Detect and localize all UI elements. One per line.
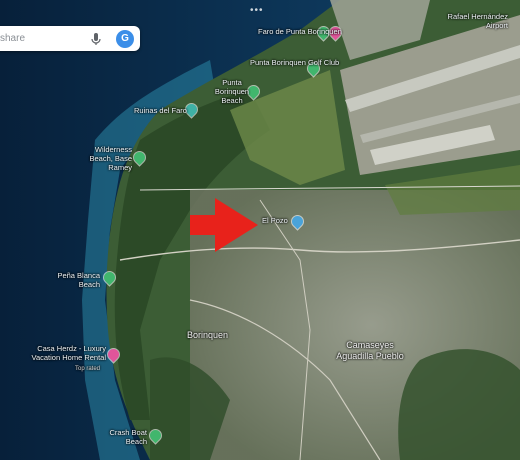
forest-patch bbox=[398, 349, 520, 460]
account-avatar[interactable]: G bbox=[116, 29, 134, 48]
place-label-wilderness: Wilderness Beach, Base Ramey bbox=[89, 145, 132, 172]
town-label-borinquen: Borinquen bbox=[187, 330, 229, 340]
place-label-airport: Rafael Hernández Airport bbox=[447, 12, 508, 30]
search-bar[interactable]: share G bbox=[0, 26, 140, 51]
town-label-camaseyes: Camaseyes Aguadilla Pueblo bbox=[336, 340, 404, 361]
top-rated-tag: Top rated bbox=[75, 366, 101, 372]
map-view[interactable]: ••• share G Faro de Punta Borinquen Punt… bbox=[0, 0, 520, 460]
place-label-golf-club: Punta Borinquen Golf Club bbox=[250, 58, 340, 67]
satellite-imagery[interactable] bbox=[0, 0, 520, 460]
place-label-el-pozo: El Pozo bbox=[262, 216, 288, 225]
place-label-faro: Faro de Punta Borinquen bbox=[258, 27, 342, 36]
search-placeholder[interactable]: share bbox=[0, 33, 89, 44]
place-label-ruinas: Ruinas del Faro bbox=[134, 106, 187, 115]
drag-handle[interactable]: ••• bbox=[250, 5, 264, 16]
place-label-punta-beach: Punta Borinquen Beach bbox=[214, 78, 250, 105]
place-label-pena-blanca: Peña Blanca Beach bbox=[57, 271, 100, 289]
place-label-casa-herdz: Casa Herdz - Luxury Vacation Home Rental bbox=[31, 344, 106, 362]
mic-icon[interactable] bbox=[89, 32, 103, 46]
place-label-crash-boat: Crash Boat Beach bbox=[109, 428, 147, 446]
